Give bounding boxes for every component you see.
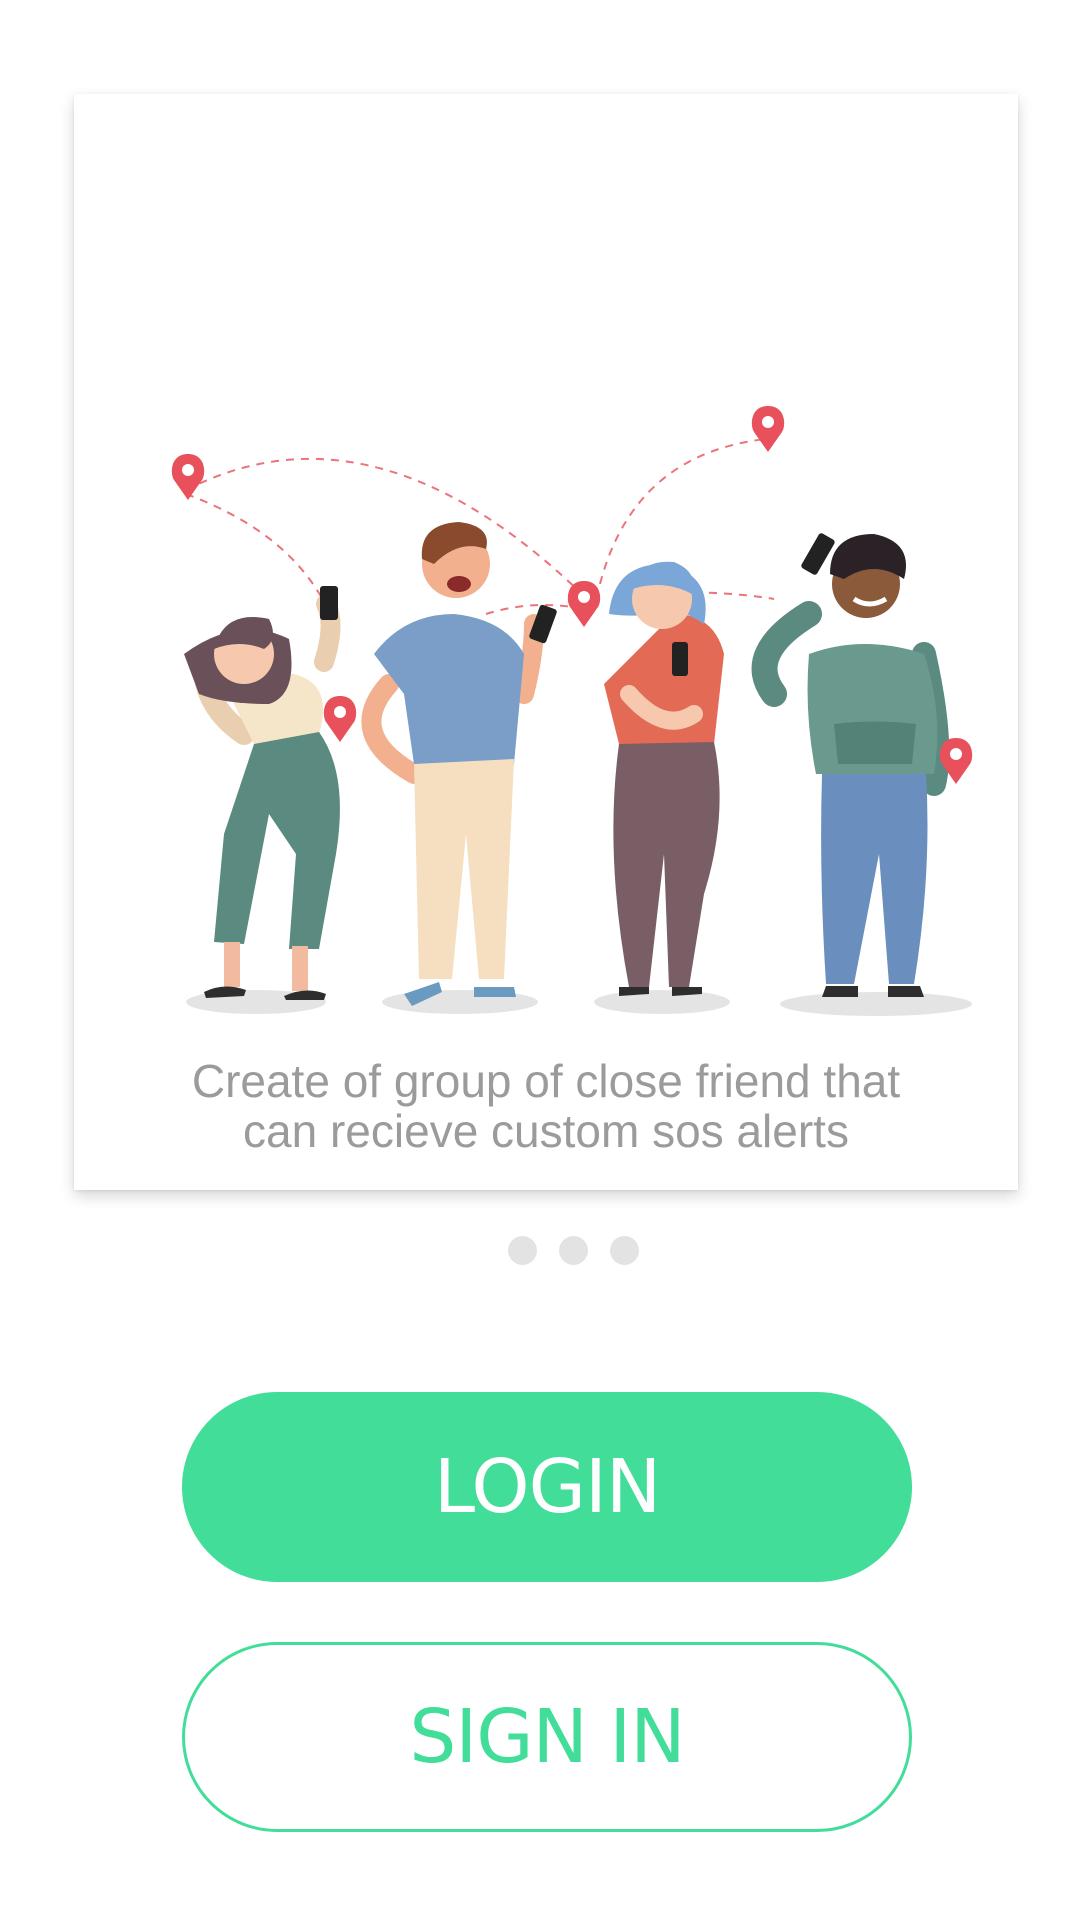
page-dot-1[interactable] — [508, 1236, 537, 1265]
page-dot-2[interactable] — [559, 1236, 588, 1265]
person-man-blue-shirt — [361, 522, 557, 1006]
caption-line-1: Create of group of close friend that — [191, 1055, 901, 1107]
location-pin-icon — [171, 454, 205, 500]
onboarding-caption: Create of group of close friend that can… — [114, 1056, 978, 1156]
location-pin-icon — [751, 406, 785, 452]
location-pin-icon — [323, 696, 357, 742]
onboarding-card: Create of group of close friend that can… — [74, 94, 1018, 1190]
page-dot-3[interactable] — [610, 1236, 639, 1265]
friends-illustration — [171, 406, 973, 1016]
sign-in-button[interactable]: SIGN IN — [182, 1642, 912, 1832]
caption-line-2: can recieve custom sos alerts — [243, 1105, 849, 1157]
location-pin-icon — [567, 581, 601, 627]
login-button[interactable]: LOGIN — [182, 1392, 912, 1582]
person-woman-blue-hair — [604, 561, 724, 996]
page-indicator — [508, 1236, 639, 1265]
person-man-green-hoodie — [751, 533, 950, 997]
person-woman-waving — [184, 586, 341, 1000]
